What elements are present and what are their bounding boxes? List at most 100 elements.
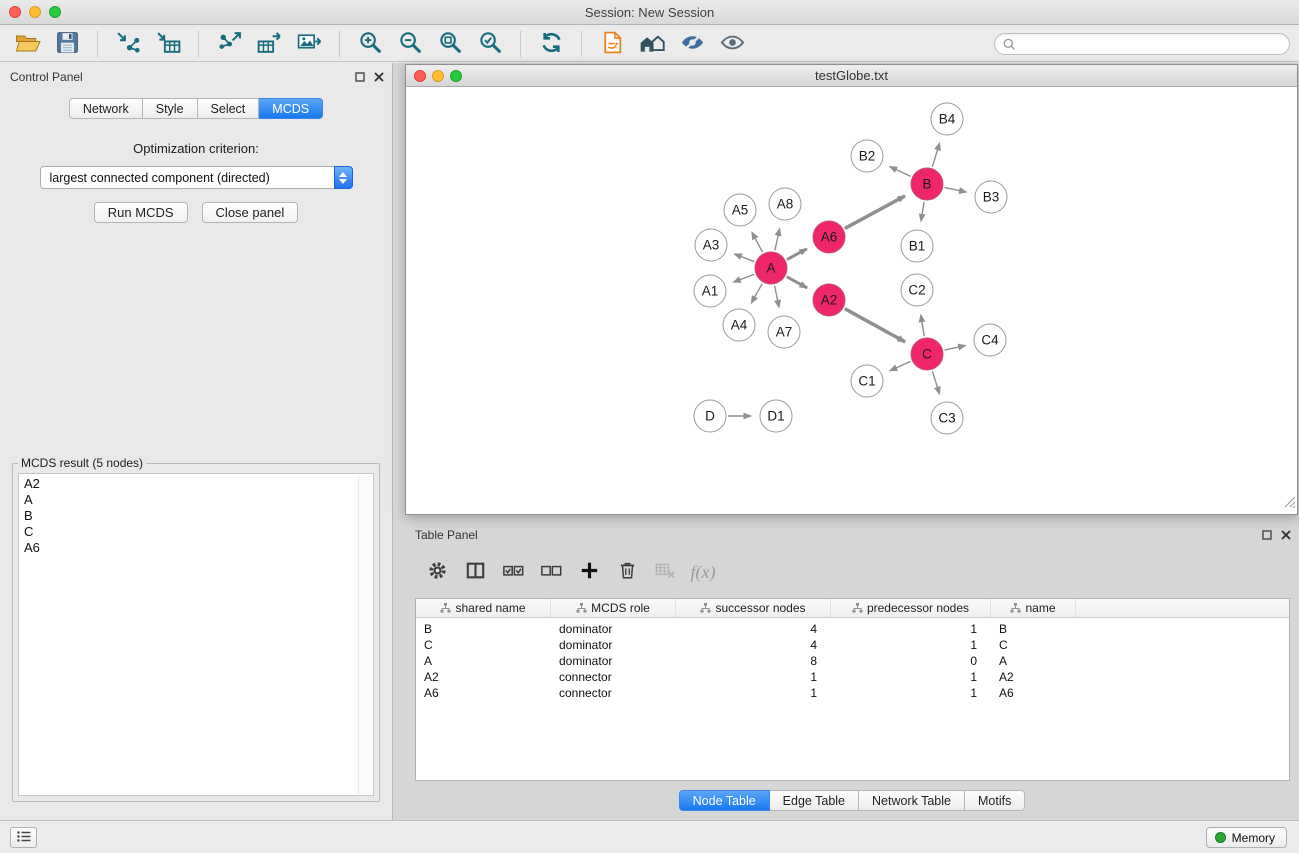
zoom-out-button[interactable] [391,29,429,59]
table-cell[interactable]: C [991,637,1076,653]
graph-node-A6[interactable]: A6 [813,221,846,254]
graph-node-C1[interactable]: C1 [851,365,884,398]
search-input[interactable] [1021,36,1281,52]
column-header-predecessor-nodes[interactable]: predecessor nodes [831,599,991,617]
graph-edge-C-C4[interactable] [945,345,966,350]
table-row[interactable]: A2connector11A2 [416,669,1289,685]
criterion-dropdown[interactable]: largest connected component (directed) [40,166,353,189]
graph-node-A[interactable]: A [755,252,788,285]
table-cell[interactable]: dominator [551,621,676,637]
tab-select[interactable]: Select [198,98,260,119]
graph-edge-A6-B[interactable] [845,196,905,229]
table-cell[interactable]: 1 [831,669,991,685]
graph-node-D[interactable]: D [694,400,727,433]
graph-node-B[interactable]: B [911,168,944,201]
tab-motifs[interactable]: Motifs [965,790,1025,811]
graph-node-C2[interactable]: C2 [901,274,934,307]
graph-node-B3[interactable]: B3 [975,181,1008,214]
table-cell[interactable]: A2 [416,669,551,685]
export-network-button[interactable] [210,29,248,59]
mcds-result-item[interactable]: A2 [24,476,368,492]
export-image-button[interactable] [290,29,328,59]
import-network-button[interactable] [109,29,147,59]
deselect-all-button[interactable] [533,557,569,587]
table-cell[interactable]: A6 [991,685,1076,701]
show-hide-button[interactable] [713,29,751,59]
graph-node-A8[interactable]: A8 [769,188,802,221]
graph-node-C3[interactable]: C3 [931,402,964,435]
close-table-panel-button[interactable] [1281,528,1291,543]
graph-node-B2[interactable]: B2 [851,140,884,173]
column-header-name[interactable]: name [991,599,1076,617]
add-row-button[interactable] [571,557,607,587]
graph-node-A5[interactable]: A5 [724,194,757,227]
delete-row-button[interactable] [609,557,645,587]
network-report-button[interactable] [593,29,631,59]
table-cell[interactable]: 1 [831,685,991,701]
graph-edge-A-A4[interactable] [751,284,762,304]
apply-layout-button[interactable] [532,29,570,59]
network-canvas[interactable]: B4B2BB3A5A8A6A3AB1A1A2C2A4A7C4CC1C3DD1 [406,87,1297,514]
graph-edge-A-A3[interactable] [734,254,754,262]
graph-node-A3[interactable]: A3 [695,229,728,262]
graph-edge-A2-C[interactable] [845,309,905,342]
column-header-MCDS-role[interactable]: MCDS role [551,599,676,617]
select-all-button[interactable] [495,557,531,587]
column-visibility-button[interactable] [457,557,493,587]
table-cell[interactable]: dominator [551,637,676,653]
graph-edge-B-B2[interactable] [890,167,911,177]
column-header-successor-nodes[interactable]: successor nodes [676,599,831,617]
table-row[interactable]: Cdominator41C [416,637,1289,653]
tab-edge-table[interactable]: Edge Table [770,790,859,811]
search-box[interactable] [994,33,1290,55]
home-button[interactable] [633,29,671,59]
graphics-details-button[interactable] [673,29,711,59]
graph-edge-A-A2[interactable] [787,277,807,288]
table-cell[interactable]: connector [551,685,676,701]
save-session-button[interactable] [48,29,86,59]
graph-node-A4[interactable]: A4 [723,309,756,342]
panel-menu-button[interactable] [10,827,37,848]
table-cell[interactable]: A [416,653,551,669]
float-panel-button[interactable] [355,70,365,85]
table-cell[interactable]: B [991,621,1076,637]
close-panel-action-button[interactable]: Close panel [202,202,299,223]
table-settings-button[interactable] [419,557,455,587]
network-close-button[interactable] [414,70,426,82]
table-cell[interactable]: A [991,653,1076,669]
network-zoom-button[interactable] [450,70,462,82]
table-cell[interactable]: 4 [676,637,831,653]
table-cell[interactable]: 0 [831,653,991,669]
minimize-window-button[interactable] [29,6,41,18]
table-row[interactable]: Adominator80A [416,653,1289,669]
function-builder-button[interactable]: f(x) [685,557,721,587]
graph-edge-B-B1[interactable] [921,202,924,222]
table-cell[interactable]: connector [551,669,676,685]
table-cell[interactable]: dominator [551,653,676,669]
column-header-shared-name[interactable]: shared name [416,599,551,617]
graph-node-D1[interactable]: D1 [760,400,793,433]
table-cell[interactable]: 1 [676,669,831,685]
open-session-button[interactable] [8,29,46,59]
mcds-result-item[interactable]: C [24,524,368,540]
graph-edge-C-C3[interactable] [932,371,939,394]
graph-node-B4[interactable]: B4 [931,103,964,136]
graph-edge-A-A8[interactable] [775,228,780,250]
mcds-result-list[interactable]: A2ABCA6 [18,473,374,796]
export-table-button[interactable] [250,29,288,59]
tab-mcds[interactable]: MCDS [259,98,323,119]
zoom-window-button[interactable] [49,6,61,18]
graph-node-A1[interactable]: A1 [694,275,727,308]
import-table-button[interactable] [149,29,187,59]
graph-node-A2[interactable]: A2 [813,284,846,317]
table-cell[interactable]: 8 [676,653,831,669]
zoom-in-button[interactable] [351,29,389,59]
graph-node-C[interactable]: C [911,338,944,371]
tab-style[interactable]: Style [143,98,198,119]
table-cell[interactable]: 1 [831,637,991,653]
tab-network[interactable]: Network [69,98,143,119]
mcds-result-item[interactable]: A [24,492,368,508]
graph-edge-B-B4[interactable] [932,143,939,167]
graph-edge-C-C2[interactable] [921,315,924,337]
memory-button[interactable]: Memory [1206,827,1287,848]
